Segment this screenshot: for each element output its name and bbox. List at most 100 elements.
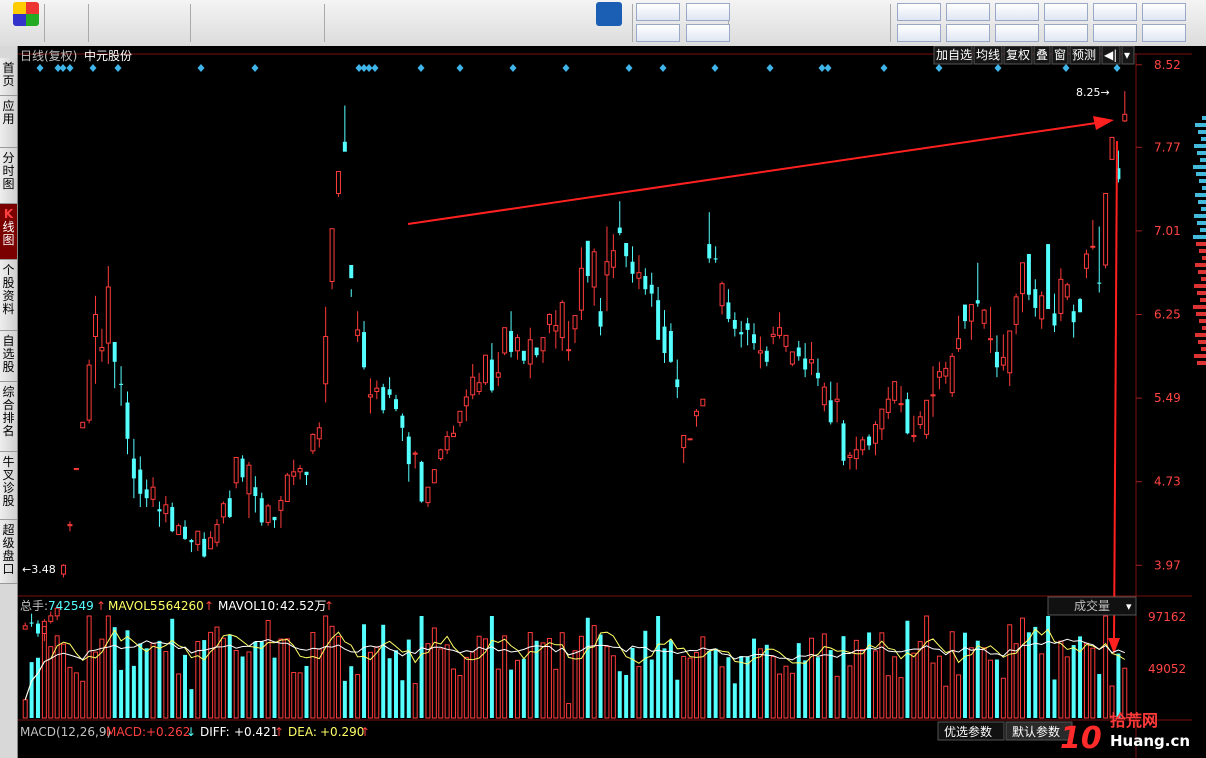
sidebar-tab-8[interactable]: 超级盘口 <box>0 520 17 584</box>
candle-body <box>374 387 380 393</box>
depth-bar <box>1201 137 1206 141</box>
market-btn-5[interactable] <box>1142 3 1186 21</box>
candle-body <box>476 382 482 393</box>
candle-body <box>509 331 514 352</box>
candle-body <box>457 410 463 423</box>
sidebar-tab-7[interactable]: 牛叉诊股 <box>0 452 17 520</box>
chart-btn-label: ◀| <box>1104 48 1117 62</box>
toolbar-btn-1[interactable] <box>54 2 88 44</box>
sidebar-tab-5[interactable]: 自选股 <box>0 331 17 382</box>
candle-body <box>783 334 789 347</box>
market-btn-1[interactable] <box>946 3 990 21</box>
candle-body <box>585 240 590 276</box>
candle-body <box>202 538 207 557</box>
volume-bar <box>362 624 367 718</box>
candle-body <box>624 243 629 257</box>
mid-btn-2[interactable] <box>636 24 680 42</box>
candle-body <box>183 526 188 539</box>
candle-body <box>739 332 744 335</box>
volume-bar <box>649 659 654 718</box>
candle-body <box>598 311 603 327</box>
sidebar-tab-1[interactable]: 应用 <box>0 96 17 148</box>
toolbar-btn-9[interactable] <box>328 2 362 44</box>
toolbar-btn-19[interactable] <box>820 2 854 44</box>
toolbar-icon-11 <box>416 2 442 26</box>
volume-bar <box>119 669 124 718</box>
up-arrow-icon: ↑ <box>274 725 284 739</box>
candle-body <box>559 301 565 339</box>
candle-body <box>412 452 418 455</box>
chart-btn-label: 加自选 <box>936 48 972 62</box>
candle-body <box>1020 262 1025 295</box>
mid-btn-1[interactable] <box>686 3 730 21</box>
sidebar-tab-0[interactable]: 首页 <box>0 58 17 96</box>
candle-body <box>770 333 776 337</box>
toolbar-btn-11[interactable] <box>412 2 446 44</box>
candle-body <box>636 272 642 279</box>
market-btn-6[interactable] <box>897 24 941 42</box>
toolbar-btn-6[interactable] <box>228 2 262 44</box>
toolbar-btn-7[interactable] <box>260 2 294 44</box>
mavol5-value: 564260 <box>158 599 204 613</box>
toolbar-separator <box>890 4 891 42</box>
candle-body <box>131 458 136 479</box>
chart-btn-label: 窗 <box>1054 48 1066 62</box>
depth-bar <box>1202 256 1206 260</box>
toolbar-btn-3[interactable] <box>128 2 162 44</box>
toolbar-btn-20[interactable] <box>856 2 890 44</box>
depth-bar <box>1195 193 1206 197</box>
toolbar-btn-18[interactable] <box>784 2 818 44</box>
depth-bar <box>1200 298 1206 302</box>
toolbar-btn-8[interactable] <box>292 2 326 44</box>
toolbar-separator <box>88 4 89 42</box>
chart-btn-label: 复权 <box>1006 48 1030 62</box>
chevron-down-icon: ▾ <box>1126 600 1132 613</box>
toolbar-btn-14[interactable] <box>548 2 582 44</box>
toolbar-btn-12[interactable] <box>460 2 494 44</box>
market-btn-11[interactable] <box>1142 24 1186 42</box>
right-strip <box>1192 46 1206 758</box>
toolbar-btn-5[interactable] <box>196 2 230 44</box>
depth-bar <box>1195 263 1206 267</box>
up-arrow-icon: ↑ <box>204 599 214 613</box>
candle-body <box>975 300 980 304</box>
volume-axis-label: 97162 <box>1148 610 1186 624</box>
sidebar-tab-6[interactable]: 综合排名 <box>0 382 17 452</box>
candle-body <box>924 399 930 435</box>
toolbar-btn-0[interactable] <box>6 2 46 44</box>
candle-body <box>36 623 40 634</box>
candle-body <box>656 300 661 340</box>
toolbar-btn-4[interactable] <box>160 2 194 44</box>
candle-body <box>578 267 584 311</box>
macd-label: MACD: <box>106 725 146 739</box>
candle-body <box>208 537 214 550</box>
toolbar-btn-2[interactable] <box>96 2 130 44</box>
candle-body <box>898 403 904 406</box>
volume-bar <box>36 657 40 718</box>
candle-body <box>48 615 54 622</box>
toolbar-btn-17[interactable] <box>736 2 770 44</box>
market-btn-9[interactable] <box>1044 24 1088 42</box>
market-btn-7[interactable] <box>946 24 990 42</box>
toolbar-btn-10[interactable] <box>372 2 406 44</box>
sidebar-tab-char: 图 <box>2 177 15 191</box>
market-btn-8[interactable] <box>995 24 1039 42</box>
depth-bar <box>1202 116 1206 120</box>
toolbar-btn-13[interactable] <box>504 2 538 44</box>
sidebar-tab-4[interactable]: 个股资料 <box>0 260 17 331</box>
toolbar-btn-15[interactable] <box>592 2 626 44</box>
market-btn-10[interactable] <box>1093 24 1137 42</box>
sidebar-tab-char: 口 <box>2 562 15 576</box>
volume-bar <box>675 679 680 718</box>
sidebar-tab-3[interactable]: K线图 <box>0 204 17 260</box>
depth-bar <box>1193 235 1206 239</box>
mid-btn-3[interactable] <box>686 24 730 42</box>
market-btn-2[interactable] <box>995 3 1039 21</box>
market-btn-0[interactable] <box>897 3 941 21</box>
volume-bar <box>227 634 232 718</box>
sidebar-tab-2[interactable]: 分时图 <box>0 148 17 204</box>
mid-btn-0[interactable] <box>636 3 680 21</box>
market-btn-4[interactable] <box>1093 3 1137 21</box>
candle-body <box>962 304 967 322</box>
market-btn-3[interactable] <box>1044 3 1088 21</box>
